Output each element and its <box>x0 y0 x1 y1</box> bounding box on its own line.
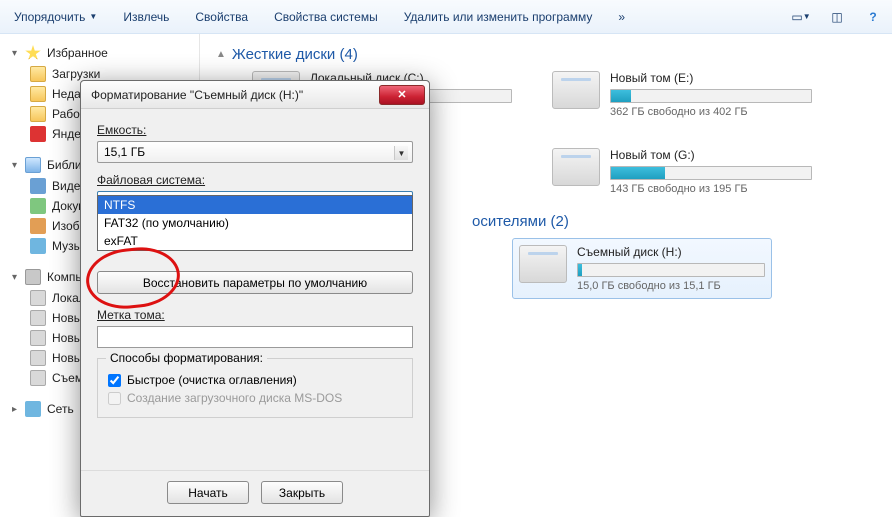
sidebar-favorites[interactable]: ▾Избранное <box>0 42 199 64</box>
capacity-bar <box>577 263 765 277</box>
capacity-bar <box>610 166 812 180</box>
organize-menu[interactable]: Упорядочить▼ <box>8 6 103 28</box>
format-methods-group: Способы форматирования: Быстрое (очистка… <box>97 358 413 418</box>
close-dialog-button[interactable]: Закрыть <box>261 481 343 504</box>
drive-icon <box>30 290 46 306</box>
drive-subtext: 15,0 ГБ свободно из 15,1 ГБ <box>577 280 765 292</box>
fs-option-exfat[interactable]: exFAT <box>98 232 412 250</box>
star-icon <box>25 45 41 61</box>
drive-subtext: 143 ГБ свободно из 195 ГБ <box>610 183 812 195</box>
drive-label: Новый том (E:) <box>610 71 812 85</box>
removable-drive-icon <box>519 245 567 283</box>
pane-icon: ◫ <box>831 10 842 24</box>
volume-label-input[interactable] <box>97 326 413 348</box>
drive-e[interactable]: Новый том (E:) 362 ГБ свободно из 402 ГБ <box>552 71 812 118</box>
drive-label: Съемный диск (H:) <box>577 245 765 259</box>
close-icon: ✕ <box>397 88 406 101</box>
drive-icon <box>30 330 46 346</box>
restore-defaults-button[interactable]: Восстановить параметры по умолчанию <box>97 271 413 294</box>
system-properties-button[interactable]: Свойства системы <box>268 6 384 28</box>
msdos-boot-checkbox: Создание загрузочного диска MS-DOS <box>108 391 402 405</box>
drive-label: Новый том (G:) <box>610 148 812 162</box>
folder-icon <box>30 106 46 122</box>
drive-icon <box>30 310 46 326</box>
dialog-titlebar[interactable]: Форматирование "Съемный диск (H:)" ✕ <box>81 81 429 109</box>
document-icon <box>30 198 46 214</box>
fs-option-ntfs[interactable]: NTFS <box>98 196 412 214</box>
help-button[interactable]: ? <box>862 6 884 28</box>
yandex-icon <box>30 126 46 142</box>
drive-icon <box>30 350 46 366</box>
help-icon: ? <box>869 10 876 24</box>
hdd-icon <box>552 71 600 109</box>
chevron-down-icon: ▼ <box>394 146 408 160</box>
extract-button[interactable]: Извлечь <box>117 6 175 28</box>
properties-button[interactable]: Свойства <box>189 6 254 28</box>
drive-subtext: 362 ГБ свободно из 402 ГБ <box>610 106 812 118</box>
computer-icon <box>25 269 41 285</box>
dialog-title: Форматирование "Съемный диск (H:)" <box>91 88 379 102</box>
chevron-down-icon: ▼ <box>89 12 97 21</box>
group-hard-disks[interactable]: ▲Жесткие диски (4) <box>216 46 880 63</box>
preview-pane-button[interactable]: ◫ <box>826 6 848 28</box>
music-icon <box>30 238 46 254</box>
image-icon <box>30 218 46 234</box>
msdos-boot-input <box>108 392 121 405</box>
volume-label-label: Метка тома: <box>97 308 413 322</box>
fs-option-fat32[interactable]: FAT32 (по умолчанию) <box>98 214 412 232</box>
view-options-button[interactable]: ▭▼ <box>790 6 812 28</box>
capacity-label: Емкость: <box>97 123 413 137</box>
filesystem-dropdown: NTFS FAT32 (по умолчанию) exFAT <box>97 195 413 251</box>
drive-h-selected[interactable]: Съемный диск (H:) 15,0 ГБ свободно из 15… <box>512 238 772 299</box>
group-removable[interactable]: осителями (2) <box>472 213 880 230</box>
view-icon: ▭ <box>791 10 802 24</box>
capacity-bar <box>610 89 812 103</box>
filesystem-label: Файловая система: <box>97 173 413 187</box>
network-icon <box>25 401 41 417</box>
capacity-combo[interactable]: 15,1 ГБ ▼ <box>97 141 413 163</box>
collapse-icon: ▲ <box>216 49 226 60</box>
quick-format-checkbox[interactable]: Быстрое (очистка оглавления) <box>108 373 402 387</box>
folder-icon <box>30 66 46 82</box>
methods-legend: Способы форматирования: <box>106 351 267 365</box>
drive-g[interactable]: Новый том (G:) 143 ГБ свободно из 195 ГБ <box>552 148 812 195</box>
format-dialog: Форматирование "Съемный диск (H:)" ✕ Емк… <box>80 80 430 517</box>
library-icon <box>25 157 41 173</box>
recent-icon <box>30 86 46 102</box>
uninstall-button[interactable]: Удалить или изменить программу <box>398 6 599 28</box>
more-button[interactable]: » <box>612 6 631 28</box>
hdd-icon <box>552 148 600 186</box>
toolbar: Упорядочить▼ Извлечь Свойства Свойства с… <box>0 0 892 34</box>
start-button[interactable]: Начать <box>167 481 249 504</box>
drive-icon <box>30 370 46 386</box>
capacity-value: 15,1 ГБ <box>104 145 145 159</box>
video-icon <box>30 178 46 194</box>
close-button[interactable]: ✕ <box>379 85 425 105</box>
quick-format-input[interactable] <box>108 374 121 387</box>
